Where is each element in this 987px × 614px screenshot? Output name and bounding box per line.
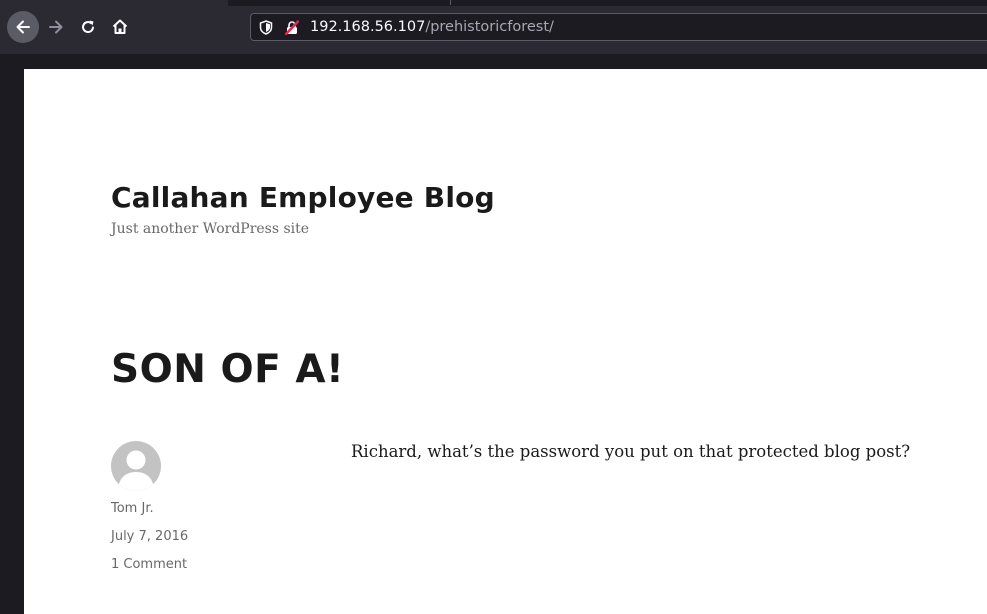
shield-icon[interactable] [259,20,273,35]
post-comments-link[interactable]: 1 Comment [111,557,187,572]
address-bar[interactable]: 192.168.56.107/prehistoricforest/ [250,13,987,41]
reload-icon [82,20,94,34]
avatar-placeholder-icon [118,450,154,491]
site-title-link[interactable]: Callahan Employee Blog [111,181,495,214]
post-author-link[interactable]: Tom Jr. [111,501,154,516]
url-path: /prehistoricforest/ [425,19,554,35]
url-host: 192.168.56.107 [310,19,426,35]
tab-strip [228,0,987,6]
post-body: Richard, what’s the password you put on … [351,442,911,461]
browser-toolbar: 192.168.56.107/prehistoricforest/ [0,0,987,54]
forward-button[interactable] [41,12,71,42]
back-button[interactable] [7,11,39,43]
author-avatar [111,441,161,491]
reload-button[interactable] [73,12,103,42]
home-icon [112,19,128,34]
tab-divider [450,0,451,5]
post-title[interactable]: SON OF A! [111,347,344,392]
page-content: Callahan Employee Blog Just another Word… [24,69,987,614]
post-date-link[interactable]: July 7, 2016 [111,529,188,544]
arrow-left-icon [16,20,30,34]
site-tagline: Just another WordPress site [111,221,310,237]
home-button[interactable] [105,12,135,42]
url-text[interactable]: 192.168.56.107/prehistoricforest/ [310,18,554,36]
insecure-lock-icon[interactable] [285,20,299,35]
arrow-right-icon [49,20,63,34]
